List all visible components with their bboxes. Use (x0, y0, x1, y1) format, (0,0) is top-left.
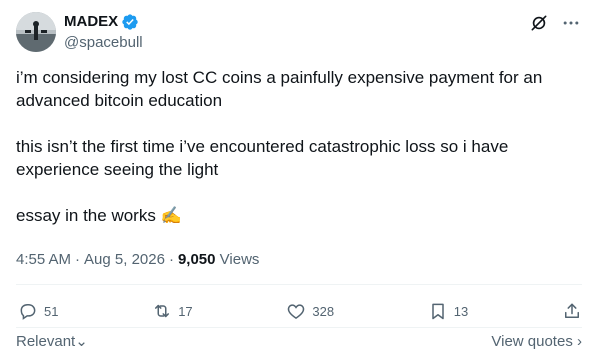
tweet-text: i’m considering my lost CC coins a painf… (16, 66, 582, 227)
bookmark-count: 13 (453, 303, 469, 319)
heart-icon (288, 304, 305, 319)
replies-footer: Relevant⌄ View quotes › (16, 332, 582, 352)
view-quotes-label: View quotes (491, 333, 573, 350)
sort-label: Relevant (16, 333, 76, 350)
views-count: 9,050 (177, 251, 216, 268)
like-count: 328 (312, 303, 335, 319)
reply-button[interactable]: 51 (18, 301, 58, 321)
tweet-paragraph: essay in the works ✍️ (16, 206, 182, 225)
tweet-time[interactable]: 4:55 AM (16, 251, 71, 269)
views-stat: 9,050 Views (178, 251, 259, 269)
repost-icon (155, 304, 170, 318)
action-bar: 51 17 328 13 (18, 298, 582, 324)
tweet-date[interactable]: Aug 5, 2026 (84, 251, 165, 269)
grok-icon[interactable] (528, 12, 550, 34)
repost-count: 17 (178, 303, 193, 319)
tweet-paragraph: i’m considering my lost CC coins a painf… (16, 68, 548, 110)
verified-badge-icon (121, 13, 139, 31)
share-button[interactable] (562, 301, 582, 321)
chevron-right-icon: › (577, 333, 582, 350)
bookmark-icon (432, 303, 444, 320)
tweet-meta: 4:55 AM · Aug 5, 2026 · 9,050 Views (16, 251, 259, 269)
divider (16, 284, 582, 285)
meta-separator: · (75, 251, 81, 268)
divider (16, 327, 582, 328)
repost-button[interactable]: 17 (152, 301, 193, 321)
like-button[interactable]: 328 (286, 301, 334, 321)
views-label: Views (219, 251, 260, 268)
author-handle[interactable]: @spacebull (64, 34, 143, 52)
meta-separator: · (168, 251, 174, 268)
reply-count: 51 (44, 303, 59, 319)
more-options-icon[interactable] (560, 12, 582, 34)
reply-icon (20, 304, 36, 320)
author-name-row[interactable]: MADEX (64, 13, 139, 31)
bookmark-button[interactable]: 13 (428, 301, 468, 321)
view-quotes-link[interactable]: View quotes › (491, 332, 582, 352)
share-icon (564, 303, 579, 318)
avatar[interactable] (16, 12, 56, 52)
author-display-name[interactable]: MADEX (64, 13, 118, 31)
chevron-down-icon: ⌄ (75, 333, 88, 350)
tweet-paragraph: this isn’t the first time i’ve encounter… (16, 137, 514, 179)
tweet-top-actions (528, 12, 582, 34)
sort-replies-button[interactable]: Relevant⌄ (16, 332, 88, 352)
